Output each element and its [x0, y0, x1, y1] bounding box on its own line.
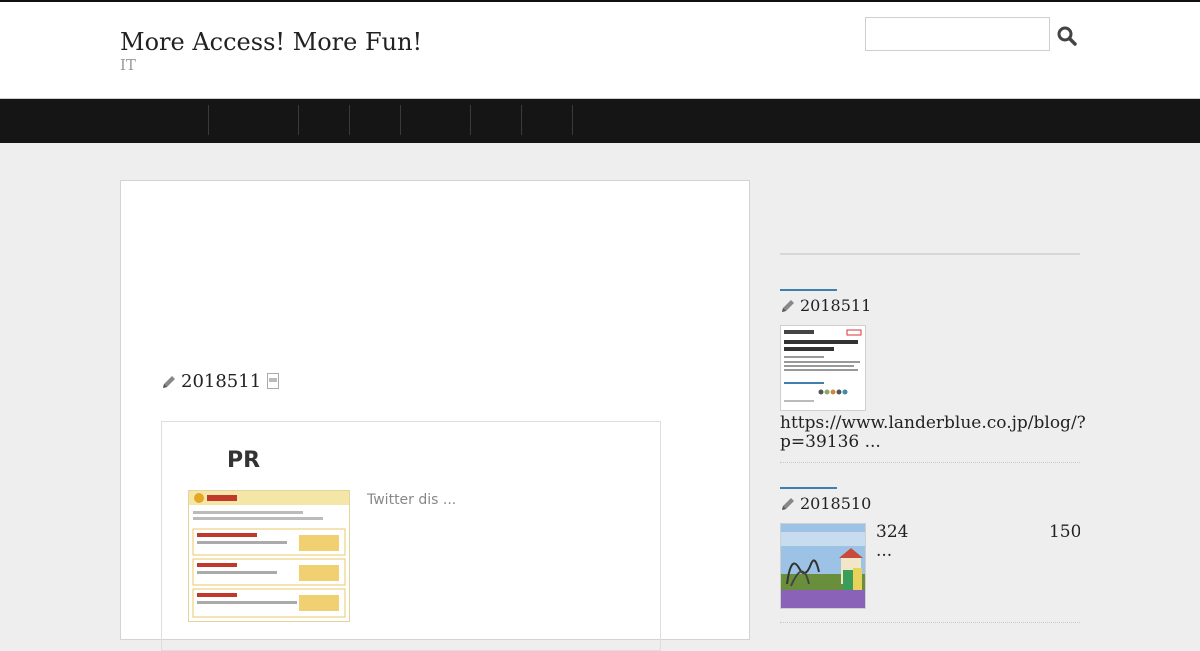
nav-item[interactable]	[521, 105, 573, 135]
pr-label: PR	[227, 448, 261, 473]
site-tagline: IT	[120, 56, 136, 74]
search-icon	[1057, 26, 1077, 46]
pr-thumbnail[interactable]	[188, 490, 350, 622]
main-content: 2018511 PR Twitter dis ...	[120, 180, 750, 651]
sidebar-entry-link[interactable]: https://www.landerblue.co.jp/blog/?p=391…	[780, 414, 1086, 452]
pencil-icon	[163, 375, 175, 388]
main-navbar	[0, 99, 1200, 143]
document-icon	[267, 373, 279, 389]
pencil-icon	[782, 497, 794, 510]
sidebar-entry-thumbnail[interactable]	[780, 325, 866, 411]
pr-box: PR Twitter dis ...	[161, 421, 661, 651]
sidebar-entry-heading: 2018510	[780, 494, 871, 513]
search-input[interactable]	[865, 17, 1050, 51]
nav-item[interactable]	[400, 105, 471, 135]
sidebar-rule	[780, 253, 1080, 255]
sidebar-entry-date[interactable]: 2018510	[800, 494, 871, 513]
sidebar-divider	[780, 622, 1080, 623]
sidebar-divider	[780, 462, 1080, 463]
pr-thumbnail-graphic	[189, 491, 349, 618]
nav-item[interactable]	[349, 105, 401, 135]
post-heading: 2018511	[161, 371, 261, 392]
sidebar-entry-thumbnail[interactable]	[780, 523, 866, 609]
sidebar-entry-heading: 2018511	[780, 296, 871, 315]
search-button[interactable]	[1055, 24, 1079, 48]
sidebar-entry-date[interactable]: 2018511	[800, 296, 871, 315]
sidebar-accent-line	[780, 487, 837, 489]
sidebar-thumbnail-graphic	[781, 524, 865, 608]
sidebar-accent-line	[780, 289, 837, 291]
nav-item[interactable]	[298, 105, 350, 135]
pencil-icon	[782, 299, 794, 312]
post-date: 2018511	[181, 371, 262, 392]
nav-item[interactable]	[470, 105, 522, 135]
site-header: More Access! More Fun! IT	[0, 2, 1200, 99]
site-title[interactable]: More Access! More Fun!	[120, 28, 422, 56]
pr-excerpt[interactable]: Twitter dis ...	[367, 492, 456, 508]
nav-item[interactable]	[208, 105, 299, 135]
sidebar-thumbnail-graphic	[781, 326, 865, 410]
nav-item[interactable]	[572, 105, 574, 135]
sidebar-entry-excerpt[interactable]: 324 1500 ...	[876, 523, 1080, 561]
